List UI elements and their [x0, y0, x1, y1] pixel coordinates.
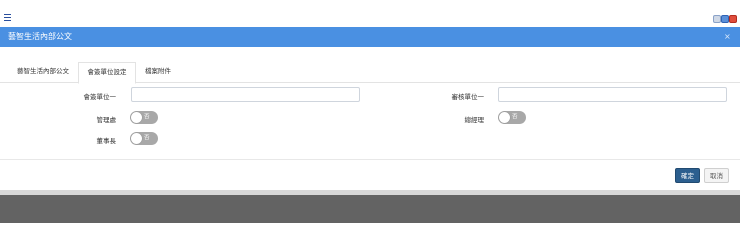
modal-backdrop — [0, 195, 740, 223]
cancel-button[interactable]: 取消 — [704, 168, 729, 183]
page-bottom — [0, 223, 740, 240]
general-manager-toggle[interactable]: 否 — [498, 111, 526, 124]
tab-bar: 藝智生活內部公文 會簽單位設定 檔案附件 — [0, 62, 740, 84]
management-office-toggle[interactable]: 否 — [130, 111, 158, 124]
toggle-knob — [499, 112, 510, 123]
general-manager-label: 總經理 — [464, 116, 485, 124]
tab-countersign-settings[interactable]: 會簽單位設定 — [78, 62, 136, 84]
review-unit-1-label: 審核單位一 — [451, 93, 485, 101]
close-icon[interactable] — [729, 15, 737, 23]
countersign-unit-1-label: 會簽單位一 — [83, 93, 117, 101]
dialog-close-icon[interactable]: × — [724, 27, 731, 47]
dialog: 藝智生活內部公文 × 藝智生活內部公文 會簽單位設定 檔案附件 會簽單位一 審核… — [0, 27, 740, 190]
minimize-icon[interactable] — [721, 15, 729, 23]
ok-button[interactable]: 確定 — [675, 168, 700, 183]
management-office-label: 管理處 — [96, 116, 117, 124]
toggle-state-text: 否 — [512, 114, 518, 120]
tab-attachments[interactable]: 檔案附件 — [138, 62, 178, 82]
footer-divider — [0, 159, 740, 160]
dialog-title: 藝智生活內部公文 — [8, 32, 72, 41]
toggle-state-text: 否 — [144, 114, 150, 120]
dialog-header: 藝智生活內部公文 × — [0, 27, 740, 47]
chairman-toggle[interactable]: 否 — [130, 132, 158, 145]
toggle-state-text: 否 — [144, 135, 150, 141]
tab-document[interactable]: 藝智生活內部公文 — [10, 62, 76, 82]
toggle-knob — [131, 133, 142, 144]
chairman-label: 董事長 — [96, 137, 117, 145]
restore-icon[interactable] — [713, 15, 721, 23]
review-unit-1-input[interactable] — [498, 87, 727, 102]
countersign-unit-1-input[interactable] — [131, 87, 360, 102]
host-window-bar — [0, 0, 740, 26]
toggle-knob — [131, 112, 142, 123]
menu-icon[interactable] — [4, 14, 11, 21]
